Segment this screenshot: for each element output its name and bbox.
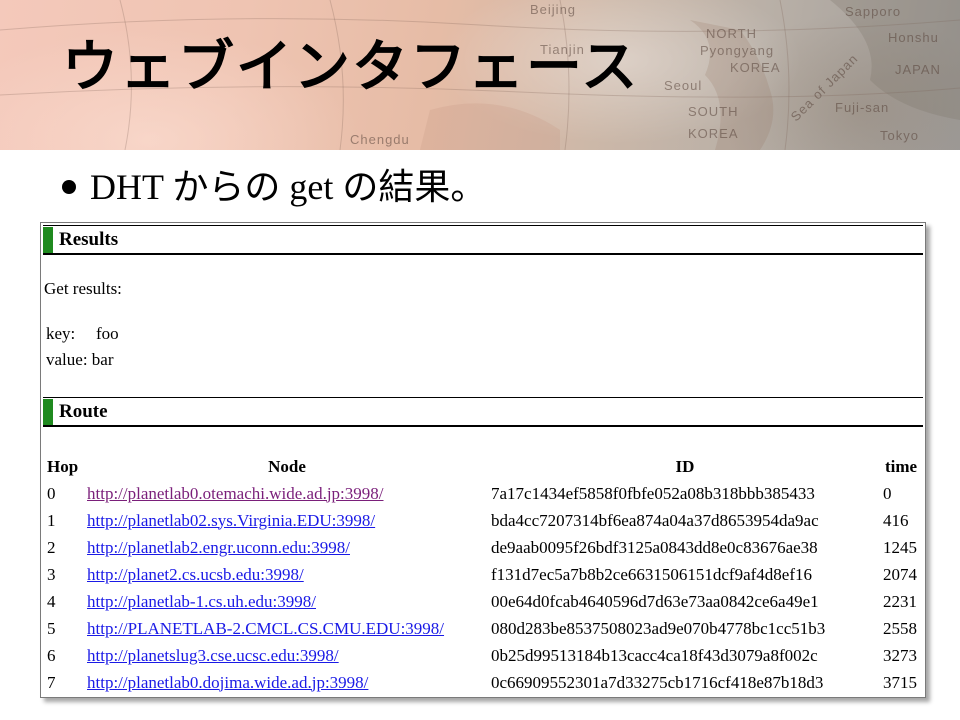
map-label: JAPAN (895, 62, 941, 77)
node-link[interactable]: http://planetlab-1.cs.uh.edu:3998/ (87, 592, 316, 611)
map-label: Sapporo (845, 4, 902, 19)
id-cell: 0c66909552301a7d33275cb1716cf418e87b18d3 (491, 672, 824, 692)
column-header-hop: Hop (47, 456, 79, 476)
table-row: 1 http://planetlab02.sys.Virginia.EDU:399… (45, 507, 921, 534)
hop-cell: 5 (47, 618, 56, 638)
route-heading: Route (59, 401, 108, 422)
value-value: bar (91, 350, 114, 369)
time-cell: 3273 (883, 645, 917, 665)
table-row: 3 http://planet2.cs.ucsb.edu:3998/f131d7e… (45, 561, 921, 588)
map-label: Chengdu (350, 132, 410, 147)
key-row: key: foo (46, 324, 119, 344)
node-cell: http://planetlab0.otemachi.wide.ad.jp:39… (85, 480, 489, 507)
node-cell: http://planetlab-1.cs.uh.edu:3998/ (85, 588, 489, 615)
map-label: Fuji-san (835, 100, 890, 115)
time-cell: 3715 (883, 672, 917, 692)
bullet-item: DHT からの get の結果。 (62, 165, 486, 209)
map-label: Pyongyang (700, 43, 775, 58)
table-row: 5 http://PLANETLAB-2.CMCL.CS.CMU.EDU:3998… (45, 615, 921, 642)
time-cell: 1245 (883, 537, 917, 557)
map-label: KOREA (688, 126, 739, 141)
time-cell: 416 (883, 510, 909, 530)
table-row: 4 http://planetlab-1.cs.uh.edu:3998/00e64… (45, 588, 921, 615)
hop-cell: 0 (47, 483, 56, 503)
id-cell: bda4cc7207314bf6ea874a04a37d8653954da9ac (491, 510, 819, 530)
node-link[interactable]: http://planetlab0.otemachi.wide.ad.jp:39… (87, 484, 384, 503)
table-row: 0 http://planetlab0.otemachi.wide.ad.jp:3… (45, 480, 921, 507)
map-label: SOUTH (688, 104, 739, 119)
node-link[interactable]: http://planet2.cs.ucsb.edu:3998/ (87, 565, 304, 584)
time-cell: 2558 (883, 618, 917, 638)
node-cell: http://planetlab2.engr.uconn.edu:3998/ (85, 534, 489, 561)
node-link[interactable]: http://PLANETLAB-2.CMCL.CS.CMU.EDU:3998/ (87, 619, 444, 638)
map-label: KOREA (730, 60, 781, 75)
map-label: Honshu (888, 30, 939, 45)
node-link[interactable]: http://planetlab02.sys.Virginia.EDU:3998… (87, 511, 375, 530)
time-cell: 2231 (883, 591, 917, 611)
table-header-row: Hop Node ID time (45, 453, 921, 480)
value-label: value: (46, 350, 88, 369)
table-row: 6 http://planetslug3.cse.ucsc.edu:3998/0b… (45, 642, 921, 669)
node-link[interactable]: http://planetslug3.cse.ucsc.edu:3998/ (87, 646, 339, 665)
value-row: value: bar (46, 350, 114, 370)
map-label: Tokyo (880, 128, 919, 143)
time-cell: 0 (883, 483, 892, 503)
hop-cell: 7 (47, 672, 56, 692)
section-marker-icon (43, 227, 53, 253)
node-cell: http://planetlab02.sys.Virginia.EDU:3998… (85, 507, 489, 534)
hop-cell: 3 (47, 564, 56, 584)
hop-cell: 6 (47, 645, 56, 665)
time-cell: 2074 (883, 564, 917, 584)
results-heading: Results (59, 229, 119, 250)
column-header-node: Node (268, 456, 306, 476)
column-header-time: time (884, 456, 918, 476)
column-header-id: ID (675, 456, 695, 476)
table-row: 2 http://planetlab2.engr.uconn.edu:3998/d… (45, 534, 921, 561)
id-cell: 080d283be8537508023ad9e070b4778bc1cc51b3 (491, 618, 826, 638)
node-cell: http://planetlab0.dojima.wide.ad.jp:3998… (85, 669, 489, 696)
results-section-header: Results (43, 225, 923, 255)
route-table: Hop Node ID time 0 http://planetlab0.otem… (45, 453, 921, 696)
map-label: Beijing (530, 2, 577, 17)
id-cell: 0b25d99513184b13cacc4ca18f43d3079a8f002c (491, 645, 818, 665)
get-results-label: Get results: (44, 279, 122, 298)
node-cell: http://planetslug3.cse.ucsc.edu:3998/ (85, 642, 489, 669)
header-banner: Beijing NORTH Pyongyang KOREA Seoul SOUT… (0, 0, 960, 150)
id-cell: de9aab0095f26bdf3125a0843dd8e0c83676ae38 (491, 537, 818, 557)
hop-cell: 4 (47, 591, 56, 611)
bullet-text: DHT からの get の結果。 (90, 167, 487, 207)
route-section-header: Route (43, 397, 923, 427)
key-label: key: (46, 324, 76, 343)
slide-title: ウェブインタフェース (62, 35, 640, 100)
node-cell: http://PLANETLAB-2.CMCL.CS.CMU.EDU:3998/ (85, 615, 489, 642)
bullet-dot-icon (62, 179, 76, 194)
id-cell: f131d7ec5a7b8b2ce6631506151dcf9af4d8ef16 (491, 564, 813, 584)
hop-cell: 1 (47, 510, 56, 530)
id-cell: 7a17c1434ef5858f0fbfe052a08b318bbb385433 (491, 483, 815, 503)
id-cell: 00e64d0fcab4640596d7d63e73aa0842ce6a49e1 (491, 591, 819, 611)
node-link[interactable]: http://planetlab2.engr.uconn.edu:3998/ (87, 538, 350, 557)
hop-cell: 2 (47, 537, 56, 557)
map-label: NORTH (706, 26, 757, 41)
section-marker-icon (43, 399, 53, 425)
key-value: foo (96, 324, 119, 343)
map-label: Seoul (664, 78, 703, 93)
table-row: 7 http://planetlab0.dojima.wide.ad.jp:399… (45, 669, 921, 696)
node-link[interactable]: http://planetlab0.dojima.wide.ad.jp:3998… (87, 673, 368, 692)
node-cell: http://planet2.cs.ucsb.edu:3998/ (85, 561, 489, 588)
route-table-body: 0 http://planetlab0.otemachi.wide.ad.jp:3… (45, 480, 921, 696)
web-results-panel: Results Get results: key: foo value: bar … (40, 222, 926, 698)
